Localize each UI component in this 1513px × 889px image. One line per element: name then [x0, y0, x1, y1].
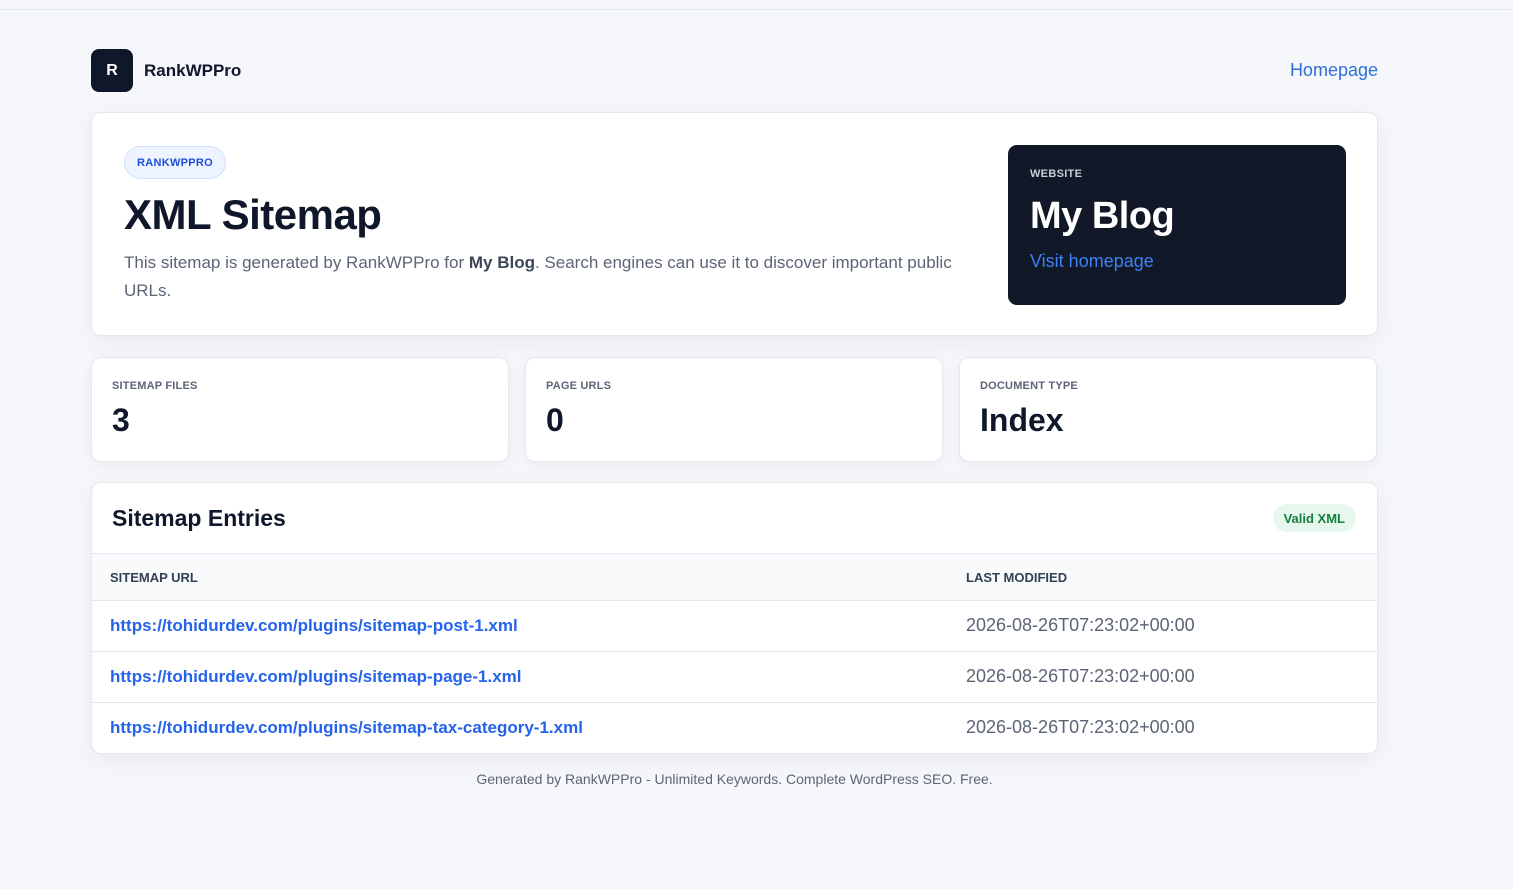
table-header: SITEMAP URL LAST MODIFIED [92, 554, 1377, 601]
homepage-link[interactable]: Homepage [1290, 60, 1378, 81]
brand-pill: RANKWPPRO [124, 146, 227, 179]
stat-value: Index [980, 402, 1064, 438]
brand-name: RankWPPro [144, 61, 242, 80]
site-header: R RankWPPro Homepage [91, 49, 1378, 92]
website-card: WEBSITE My Blog Visit homepage [1008, 145, 1346, 305]
column-header-url: SITEMAP URL [110, 570, 198, 585]
stat-label: SITEMAP FILES [112, 380, 198, 392]
last-modified: 2026-08-26T07:23:02+00:00 [966, 615, 1195, 635]
desc-prefix: This sitemap is generated by RankWPPro f… [124, 253, 469, 272]
table-row: https://tohidurdev.com/plugins/sitemap-t… [92, 703, 1377, 753]
stat-document-type: DOCUMENT TYPE Index [959, 357, 1377, 462]
table-row: https://tohidurdev.com/plugins/sitemap-p… [92, 601, 1377, 652]
stat-page-urls: PAGE URLS 0 [525, 357, 943, 462]
last-modified: 2026-08-26T07:23:02+00:00 [966, 666, 1195, 686]
sitemap-entries-card: Sitemap Entries Valid XML SITEMAP URL LA… [91, 482, 1378, 754]
entries-header: Sitemap Entries Valid XML [92, 483, 1377, 554]
desc-site-name: My Blog [468, 253, 535, 272]
hero-description: This sitemap is generated by RankWPPro f… [124, 249, 954, 305]
stat-value: 3 [112, 402, 130, 438]
stat-sitemap-files: SITEMAP FILES 3 [91, 357, 509, 462]
visit-homepage-link[interactable]: Visit homepage [1030, 251, 1154, 272]
sitemap-url-link[interactable]: https://tohidurdev.com/plugins/sitemap-t… [110, 718, 583, 738]
top-divider [0, 9, 1513, 10]
entries-title: Sitemap Entries [112, 505, 286, 531]
hero-card: RANKWPPRO XML Sitemap This sitemap is ge… [91, 112, 1378, 336]
last-modified: 2026-08-26T07:23:02+00:00 [966, 717, 1195, 737]
stat-label: PAGE URLS [546, 380, 612, 392]
status-badge: Valid XML [1272, 504, 1356, 532]
sitemap-url-link[interactable]: https://tohidurdev.com/plugins/sitemap-p… [110, 616, 518, 636]
column-header-modified: LAST MODIFIED [966, 570, 1068, 585]
website-label: WEBSITE [1030, 168, 1083, 180]
page-footer: Generated by RankWPPro - Unlimited Keywo… [476, 771, 993, 787]
table-row: https://tohidurdev.com/plugins/sitemap-p… [92, 652, 1377, 703]
logo-icon: R [91, 49, 133, 92]
stat-value: 0 [546, 402, 564, 438]
page-title: XML Sitemap [124, 191, 382, 238]
website-name: My Blog [1030, 195, 1175, 237]
sitemap-url-link[interactable]: https://tohidurdev.com/plugins/sitemap-p… [110, 667, 522, 687]
stat-label: DOCUMENT TYPE [980, 380, 1078, 392]
